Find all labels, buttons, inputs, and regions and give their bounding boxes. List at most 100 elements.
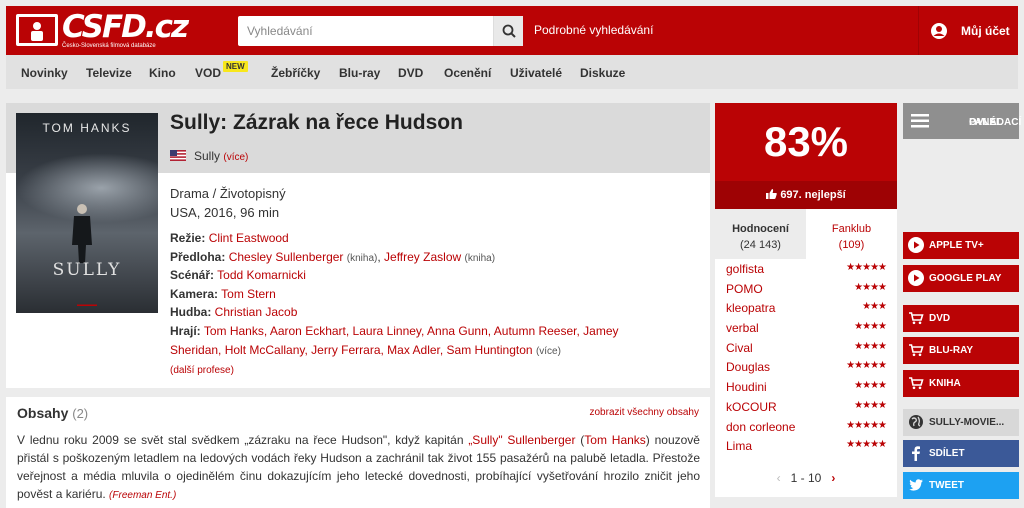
dvd-button[interactable]: DVD (903, 305, 1019, 332)
user-link[interactable]: don corleone (726, 420, 795, 434)
control-panel-button[interactable]: OVLÁDACÍ PANEL (903, 103, 1021, 139)
facebook-share-button[interactable]: SDÍLET (903, 440, 1019, 467)
cast-more-link[interactable]: (více) (536, 346, 561, 357)
account-button[interactable]: Můj účet (918, 6, 1018, 55)
writer-label: Scénář: (170, 268, 215, 282)
advanced-search-link[interactable]: Podrobné vyhledávání (534, 23, 653, 37)
site-logo[interactable]: CSFD.cz Česko-Slovenská filmová databáze (16, 9, 189, 52)
nav-item-uzivatele[interactable]: Uživatelé (510, 66, 562, 80)
nav-item-oceneni[interactable]: Ocenění (444, 66, 491, 80)
crew-music-row: Hudba: Christian Jacob (170, 305, 297, 319)
search-box (238, 16, 523, 46)
chart-rank-link[interactable]: 697. nejlepší (715, 181, 897, 209)
user-link[interactable]: verbal (726, 321, 759, 335)
more-titles-link[interactable]: (více) (223, 152, 248, 163)
synopsis-source[interactable]: (Freeman Ent.) (109, 490, 176, 501)
thumbs-up-icon (766, 189, 778, 199)
source-label: Předloha: (170, 250, 226, 264)
crew-writer-row: Scénář: Todd Komarnicki (170, 268, 306, 282)
list-item: kleopatra ★★★ (715, 298, 897, 318)
book-button[interactable]: KNIHA (903, 370, 1019, 397)
apple-tv-button[interactable]: APPLE TV+ (903, 232, 1019, 259)
next-page-icon[interactable]: › (831, 471, 835, 485)
bluray-label: BLU-RAY (929, 345, 974, 356)
film-origin: USA, 2016, 96 min (170, 205, 280, 220)
star-rating: ★★★★ (854, 321, 887, 333)
other-professions-link[interactable]: (další profese) (170, 365, 234, 376)
cast-links-line-2[interactable]: Sheridan, Holt McCallany, Jerry Ferrara,… (170, 343, 533, 357)
cast-label: Hrají: (170, 324, 201, 338)
list-item: Cival ★★★★ (715, 338, 897, 358)
search-button[interactable] (493, 16, 523, 46)
apple-tv-label: APPLE TV+ (929, 240, 984, 251)
cart-icon (909, 377, 924, 390)
top-header: CSFD.cz Česko-Slovenská filmová databáze… (6, 6, 1018, 55)
source-author-1-link[interactable]: Chesley Sullenberger (229, 250, 344, 264)
show-all-synopses-link[interactable]: zobrazit všechny obsahy (589, 407, 699, 418)
google-play-button[interactable]: GOOGLE PLAY (903, 265, 1019, 292)
music-link[interactable]: Christian Jacob (215, 305, 298, 319)
writer-link[interactable]: Todd Komarnicki (217, 268, 306, 282)
user-link[interactable]: kleopatra (726, 301, 775, 315)
website-button[interactable]: SULLY-MOVIE... (903, 409, 1019, 436)
star-rating: ★★★★★ (846, 439, 887, 451)
star-rating: ★★★★★ (846, 360, 887, 372)
tom-hanks-link[interactable]: Tom Hanks (584, 433, 646, 447)
bluray-button[interactable]: BLU-RAY (903, 337, 1019, 364)
nav-item-novinky[interactable]: Novinky (21, 66, 68, 80)
tab-ratings[interactable]: Hodnocení (24 143) (715, 209, 806, 259)
user-link[interactable]: Lima (726, 439, 752, 453)
sullenberger-link[interactable]: „Sully" Sullenberger (468, 433, 575, 447)
director-link[interactable]: Clint Eastwood (209, 231, 289, 245)
play-icon (908, 270, 924, 286)
star-rating: ★★★★★ (846, 262, 887, 273)
user-link[interactable]: POMO (726, 282, 763, 296)
synopsis-section: Obsahy (2) zobrazit všechny obsahy V led… (6, 397, 710, 508)
nav-item-zebricky[interactable]: Žebříčky (271, 66, 320, 80)
list-item: golfista ★★★★★ (715, 259, 897, 279)
user-link[interactable]: Cival (726, 341, 753, 355)
tweet-button[interactable]: TWEET (903, 472, 1019, 499)
film-poster[interactable]: TOM HANKS SULLY ▬▬▬▬ (16, 113, 158, 313)
nav-item-dvd[interactable]: DVD (398, 66, 423, 80)
cart-icon (909, 312, 924, 325)
nav-item-kino[interactable]: Kino (149, 66, 176, 80)
star-rating: ★★★★★ (846, 419, 887, 431)
list-item: verbal ★★★★ (715, 318, 897, 338)
synopsis-text-part-2: ( (575, 433, 585, 447)
user-ratings-list: golfista ★★★★★ POMO ★★★★ kleopatra ★★★ verb… (715, 259, 897, 456)
poster-figure (72, 204, 92, 263)
ratings-pager: ‹ 1 - 10 › (715, 471, 897, 485)
crew-director-row: Režie: Clint Eastwood (170, 231, 289, 245)
cast-links-line-1[interactable]: Tom Hanks, Aaron Eckhart, Laura Linney, … (204, 324, 619, 338)
pager-range: 1 - 10 (790, 471, 822, 485)
list-item: don corleone ★★★★★ (715, 417, 897, 437)
nav-item-vod[interactable]: VOD (195, 66, 221, 80)
list-item: Houdini ★★★★ (715, 377, 897, 397)
user-link[interactable]: golfista (726, 262, 764, 276)
facebook-icon (912, 446, 920, 461)
nav-item-bluray[interactable]: Blu-ray (339, 66, 380, 80)
search-input[interactable] (238, 16, 488, 46)
user-link[interactable]: kOCOUR (726, 400, 777, 414)
nav-item-televize[interactable]: Televize (86, 66, 132, 80)
tab-fanclub-label: Fanklub (831, 223, 872, 235)
book-label: KNIHA (929, 378, 961, 389)
user-icon (931, 23, 947, 39)
camera-link[interactable]: Tom Stern (221, 287, 276, 301)
synopsis-text-part-1: V lednu roku 2009 se svět stal svědkem „… (17, 433, 469, 447)
globe-icon (909, 415, 923, 429)
google-play-label: GOOGLE PLAY (929, 273, 1002, 284)
user-link[interactable]: Houdini (726, 380, 767, 394)
nav-item-diskuze[interactable]: Diskuze (580, 66, 625, 80)
logo-subtitle: Česko-Slovenská filmová databáze (62, 43, 156, 49)
fanclub-count: (109) (838, 239, 865, 251)
user-link[interactable]: Douglas (726, 360, 770, 374)
twitter-icon (909, 479, 923, 491)
tweet-label: TWEET (929, 480, 964, 491)
synopsis-text: V lednu roku 2009 se svět stal svědkem „… (17, 431, 700, 505)
source-author-2-link[interactable]: Jeffrey Zaslow (384, 250, 461, 264)
synopsis-count: (2) (72, 406, 89, 421)
dvd-label: DVD (929, 313, 951, 324)
tab-fanclub[interactable]: Fanklub (109) (806, 209, 897, 259)
